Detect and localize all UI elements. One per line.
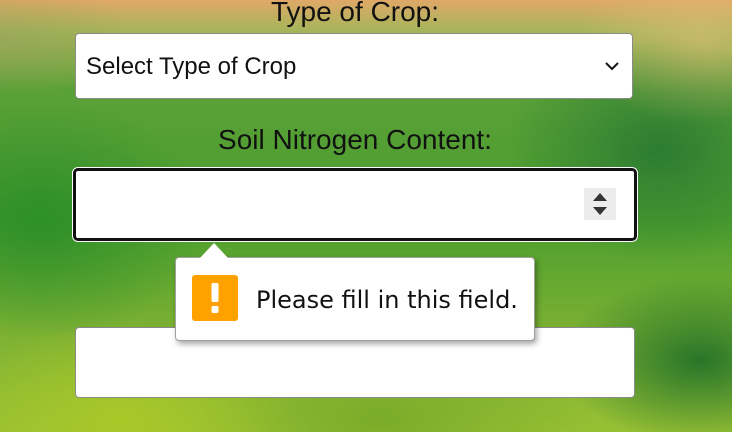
- chevron-down-icon: [604, 58, 620, 74]
- crop-type-select[interactable]: Select Type of Crop: [75, 33, 633, 99]
- tooltip-arrow: [200, 243, 228, 258]
- warning-exclamation-icon: [192, 275, 238, 321]
- soil-nitrogen-input[interactable]: [73, 168, 637, 241]
- crop-type-label: Type of Crop:: [270, 0, 440, 27]
- spinner-down-icon[interactable]: [592, 206, 608, 216]
- spinner-up-icon[interactable]: [592, 192, 608, 202]
- validation-tooltip: Please fill in this field.: [175, 257, 535, 341]
- soil-nitrogen-label: Soil Nitrogen Content:: [218, 124, 492, 155]
- crop-type-selected-value: Select Type of Crop: [86, 53, 297, 80]
- number-spinner[interactable]: [584, 188, 616, 220]
- validation-message: Please fill in this field.: [256, 286, 518, 314]
